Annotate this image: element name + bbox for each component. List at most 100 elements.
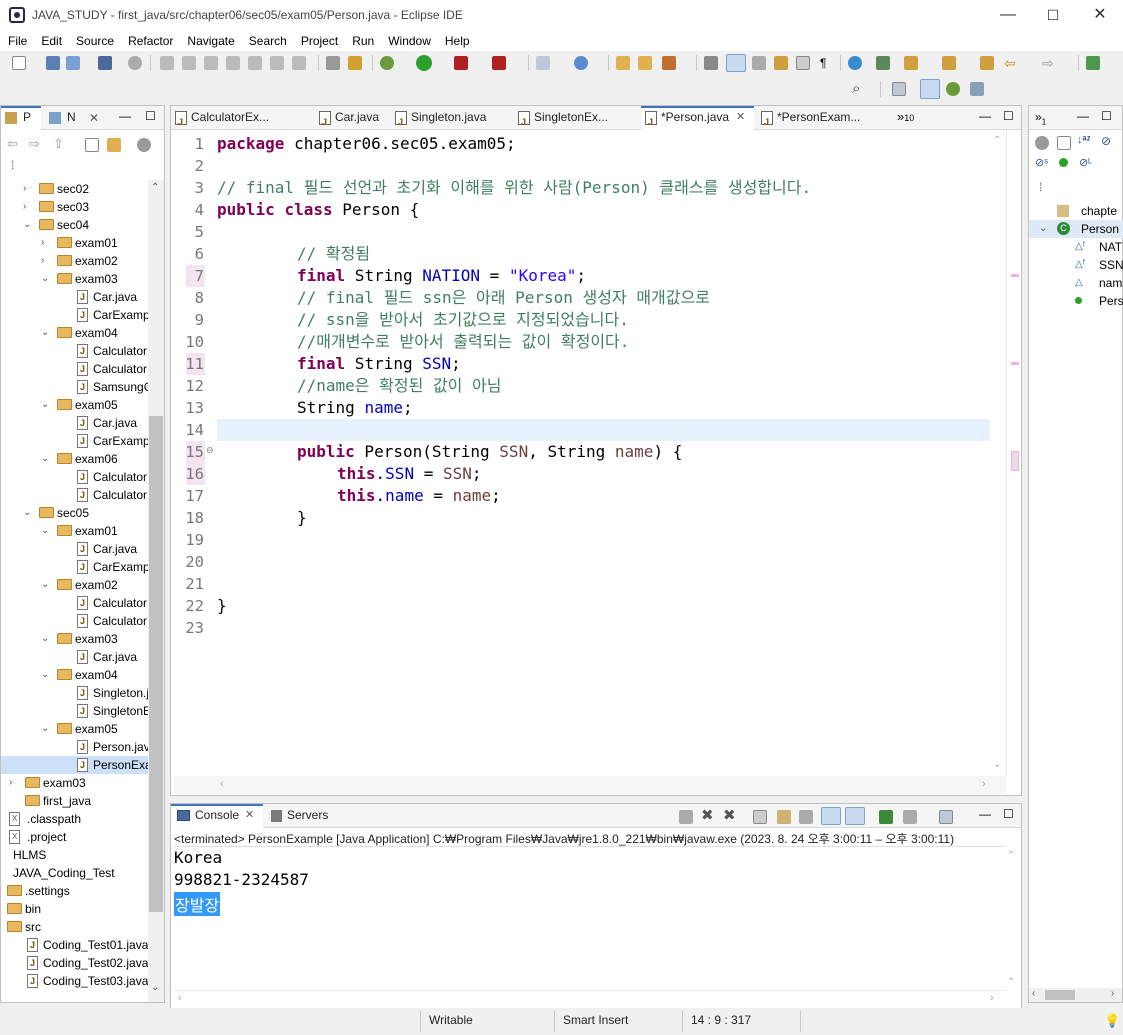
maximize-view-icon[interactable]: ☐ [1003,807,1014,821]
expanded-icon[interactable]: ⌄ [41,324,49,342]
tree-item[interactable]: › exam02 [1,252,148,270]
menu-refactor[interactable]: Refactor [120,31,179,51]
coverage-icon[interactable] [454,56,468,70]
external-tools-icon[interactable] [492,56,506,70]
maximize-button[interactable]: ☐ [1030,0,1076,31]
view-menu-icon[interactable] [137,138,151,152]
tab-servers[interactable]: Servers [267,804,337,828]
pin-editor-icon[interactable] [1086,56,1100,70]
fold-icon[interactable]: ⊖ [206,445,214,456]
tab-singleton-example[interactable]: SingletonEx... [514,106,624,134]
new-class-icon[interactable] [574,56,588,70]
tab-person-example[interactable]: *PersonExam... [757,106,867,134]
scroll-left-icon[interactable]: ‹ [1032,988,1035,999]
tree-item[interactable]: › sec03 [1,198,148,216]
new-java-project-icon[interactable] [536,56,550,70]
minimize-button[interactable]: — [985,0,1031,31]
expanded-icon[interactable]: ⌄ [41,576,49,594]
forward-nav-icon[interactable]: ⇨ [29,136,40,152]
tree-item[interactable]: CarExamp [1,432,148,450]
tree-item[interactable]: SingletonE [1,702,148,720]
menu-window[interactable]: Window [380,31,437,51]
menu-search[interactable]: Search [241,31,293,51]
tree-item[interactable]: Car.java [1,414,148,432]
expanded-icon[interactable]: ⌄ [41,270,49,288]
maximize-view-icon[interactable]: ☐ [1003,109,1014,123]
suspend-icon[interactable] [182,56,196,70]
previous-annotation-icon[interactable] [942,56,956,70]
show-on-stdout-icon[interactable] [821,807,841,825]
block-selection-icon[interactable] [752,56,766,70]
hide-non-public-icon[interactable] [1059,158,1068,167]
close-icon[interactable]: ✕ [245,804,254,827]
tab-calculator-example[interactable]: CalculatorEx... [171,106,291,134]
word-wrap-icon[interactable] [799,810,813,824]
hide-local-types-icon[interactable]: ⊘ᴸ [1079,156,1092,169]
hide-static-icon[interactable]: ⊘ˢ [1035,156,1048,169]
expanded-icon[interactable]: ⌄ [23,216,31,234]
tree-item[interactable]: CarExamp [1,306,148,324]
scroll-thumb[interactable] [1045,990,1075,1000]
tab-singleton-java[interactable]: Singleton.java [391,106,501,134]
collapse-all-icon[interactable] [1057,136,1071,150]
tree-item[interactable]: Coding_Test01.java [1,936,148,954]
debug-perspective-icon[interactable] [946,82,960,96]
expanded-icon[interactable]: ⌄ [41,720,49,738]
open-resource-icon[interactable] [638,56,652,70]
show-whitespace-icon[interactable] [774,56,788,70]
tab-navigator[interactable]: N [45,106,85,130]
tree-item[interactable]: ⌄ sec05 [1,504,148,522]
link-with-editor-icon[interactable] [107,138,121,152]
expand-icon[interactable]: ⌄ [1039,220,1047,238]
scroll-up-icon[interactable]: ⌃ [1007,850,1015,861]
web-browser-icon[interactable] [848,56,862,70]
tree-item[interactable]: Coding_Test02.java [1,954,148,972]
use-step-filters-icon[interactable] [348,56,362,70]
scroll-left-icon[interactable]: ‹ [178,992,182,1004]
next-annotation-icon[interactable] [904,56,918,70]
menu-edit[interactable]: Edit [33,31,68,51]
maximize-view-icon[interactable]: ☐ [1101,109,1112,123]
collapsed-icon[interactable]: › [23,180,26,198]
maximize-view-icon[interactable]: ☐ [145,109,156,123]
tree-item[interactable]: ⌄ exam02 [1,576,148,594]
explorer-scrollbar[interactable]: ⌃ ⌄ [148,180,164,1002]
tree-item[interactable]: JAVA_Coding_Test [1,864,148,882]
scroll-right-icon[interactable]: › [1111,988,1114,999]
tab-console[interactable]: Console ✕ [171,804,263,828]
tree-item[interactable]: src [1,918,148,936]
scroll-down-icon[interactable]: ⌄ [1007,972,1015,983]
tree-item[interactable]: Singleton.j [1,684,148,702]
open-perspective-icon[interactable] [892,82,906,96]
tree-item[interactable]: › exam03 [1,774,148,792]
debug-icon[interactable] [380,56,394,70]
tree-item[interactable]: .settings [1,882,148,900]
collapsed-icon[interactable]: › [41,252,44,270]
disconnect-icon[interactable] [226,56,240,70]
pin-console-icon[interactable] [879,810,893,824]
tree-item[interactable]: ⌄ exam01 [1,522,148,540]
more-icon[interactable]: ⁞ [11,158,14,172]
collapse-all-icon[interactable] [85,138,99,152]
overview-mark[interactable] [1011,451,1019,471]
scroll-right-icon[interactable]: › [982,778,986,790]
collapsed-icon[interactable]: › [41,234,44,252]
open-console-icon[interactable] [939,810,953,824]
tree-item[interactable]: Person.java [1,738,148,756]
minimize-view-icon[interactable]: — [979,109,991,123]
editor-scrollbar[interactable]: ⌃ ⌄ [990,131,1006,776]
expanded-icon[interactable]: ⌄ [41,450,49,468]
back-icon[interactable]: ⇦ [1004,55,1018,71]
overview-mark[interactable] [1011,274,1019,277]
sort-icon[interactable]: ↓ᵃᶻ [1077,134,1091,146]
scroll-thumb[interactable] [149,416,163,912]
console-scrollbar[interactable]: ⌃ ⌄ [1004,850,1020,990]
resume-icon[interactable] [160,56,174,70]
back-nav-icon[interactable]: ⇦ [7,136,18,152]
tree-item[interactable]: Calculator [1,612,148,630]
editor-horizontal-scrollbar[interactable]: ‹ › [174,776,1006,794]
annotation-icon[interactable] [704,56,718,70]
tree-item[interactable]: Car.java [1,648,148,666]
search-tool-icon[interactable] [662,56,676,70]
tab-car-java[interactable]: Car.java [315,106,395,134]
